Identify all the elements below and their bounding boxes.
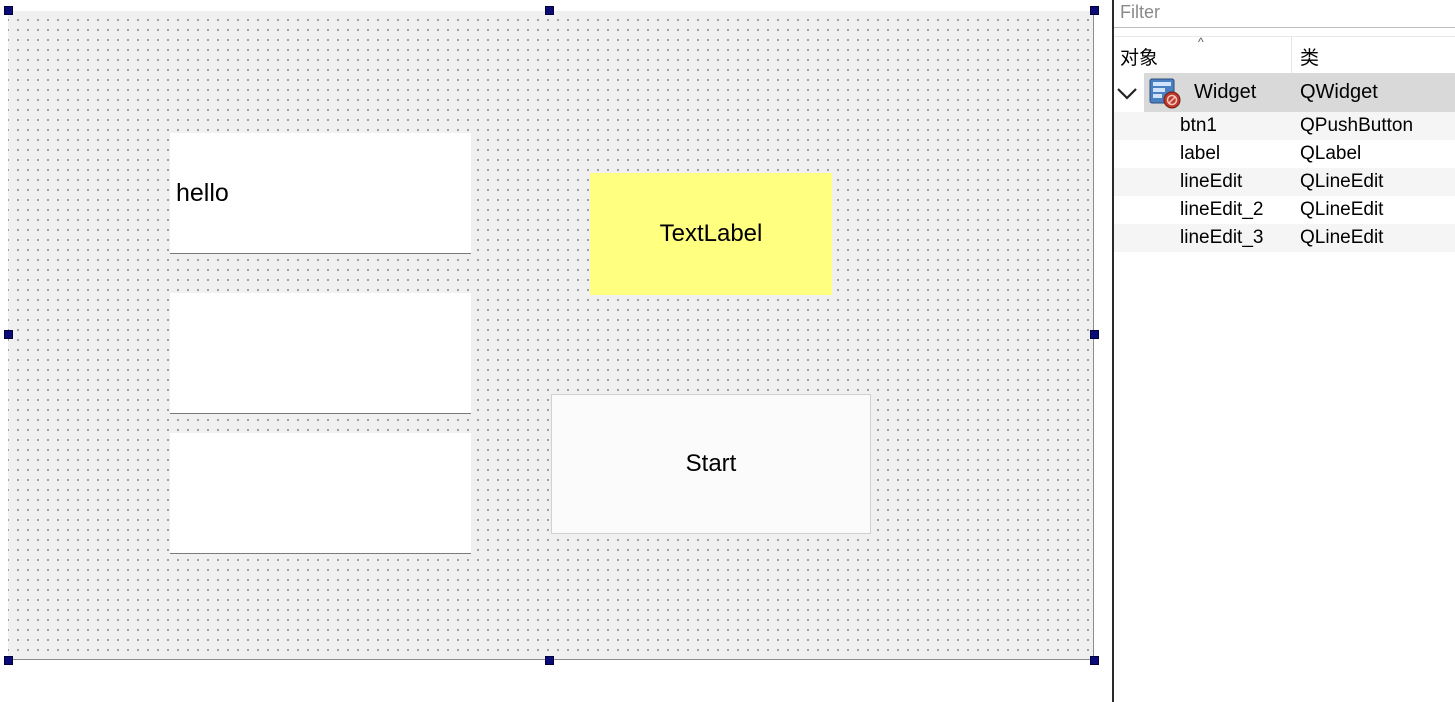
line-edit-3[interactable] (170, 433, 471, 554)
filter-input[interactable] (1114, 0, 1450, 24)
resize-handle-bottom-right[interactable] (1090, 656, 1099, 665)
resize-handle-top-left[interactable] (4, 6, 13, 15)
start-button[interactable]: Start (551, 394, 871, 534)
start-button-label: Start (685, 450, 737, 477)
column-header-object-label: 对象 (1120, 47, 1159, 69)
line-edit-2[interactable] (170, 293, 471, 414)
tree-row-lineedit-3[interactable]: lineEdit_3 QLineEdit (1114, 224, 1455, 252)
tree-row-lineedit-2[interactable]: lineEdit_2 QLineEdit (1114, 196, 1455, 224)
resize-handle-bottom-left[interactable] (4, 656, 13, 665)
tree-row-name: lineEdit_3 (1180, 227, 1264, 248)
line-edit-1-text: hello (176, 178, 229, 207)
chevron-down-icon[interactable] (1116, 82, 1138, 104)
tree-header: ^ 对象 类 (1114, 35, 1455, 75)
tree-row-widget-class: QWidget (1300, 81, 1378, 103)
designer-window: hello TextLabel Start ^ 对象 (0, 0, 1455, 702)
column-header-class[interactable]: 类 (1294, 37, 1455, 75)
tree-row-widget[interactable]: Widget QWidget (1114, 73, 1455, 112)
tree-row-btn1[interactable]: btn1 QPushButton (1114, 112, 1455, 140)
form-canvas[interactable]: hello TextLabel Start (8, 11, 1094, 660)
resize-handle-top[interactable] (545, 6, 554, 15)
column-header-class-label: 类 (1300, 47, 1320, 69)
column-header-object[interactable]: 对象 (1114, 37, 1292, 75)
resize-handle-top-right[interactable] (1090, 6, 1099, 15)
resize-handle-bottom[interactable] (545, 656, 554, 665)
tree-row-label[interactable]: label QLabel (1114, 140, 1455, 168)
tree-row-class: QLineEdit (1300, 171, 1384, 192)
tree-row-widget-name: Widget (1194, 81, 1257, 103)
resize-handle-left[interactable] (4, 330, 13, 339)
resize-handle-right[interactable] (1090, 330, 1099, 339)
tree-row-lineedit[interactable]: lineEdit QLineEdit (1114, 168, 1455, 196)
tree-row-class: QLineEdit (1300, 227, 1384, 248)
widget-icon (1149, 78, 1181, 109)
tree-row-class: QLabel (1300, 143, 1362, 164)
text-label-text: TextLabel (659, 220, 763, 247)
tree-row-class: QLineEdit (1300, 199, 1384, 220)
tree-row-class: QPushButton (1300, 115, 1414, 136)
filter-bar (1114, 0, 1455, 28)
line-edit-1[interactable]: hello (170, 133, 471, 254)
tree-row-name: btn1 (1180, 115, 1217, 136)
tree-row-name: label (1180, 143, 1221, 164)
object-inspector: ^ 对象 类 Widget QWidget (1114, 0, 1455, 702)
tree-row-name: lineEdit_2 (1180, 199, 1264, 220)
tree-row-name: lineEdit (1180, 171, 1243, 192)
text-label[interactable]: TextLabel (590, 173, 832, 295)
